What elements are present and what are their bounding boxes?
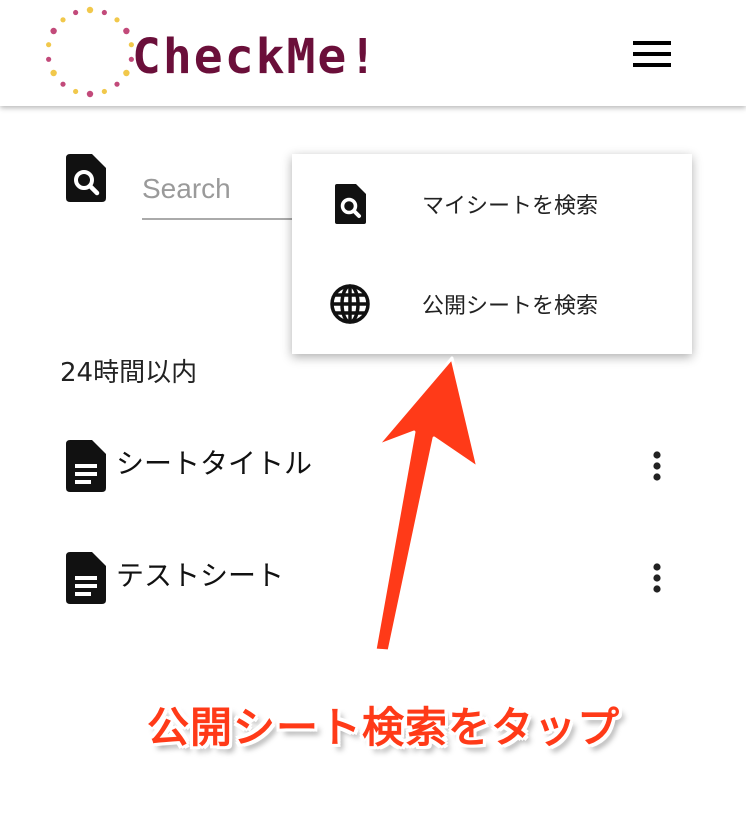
logo-dot	[73, 9, 79, 16]
search-scope-dropdown: マイシートを検索 公開シートを検索	[292, 154, 692, 354]
more-vertical-button[interactable]	[640, 446, 674, 486]
app-header: CheckMe!	[0, 0, 746, 106]
logo-dot	[46, 42, 52, 48]
search-document-icon	[328, 182, 372, 226]
menu-item-search-my-sheets[interactable]: マイシートを検索	[292, 154, 692, 254]
logo-dot	[50, 27, 57, 35]
logo-dot	[46, 56, 52, 62]
menu-item-label: マイシートを検索	[422, 194, 599, 219]
more-vertical-icon	[653, 563, 661, 593]
logo-dot	[101, 9, 107, 16]
logo-text: CheckMe!	[132, 29, 380, 85]
logo-dot	[86, 6, 94, 14]
checkme-logo[interactable]: CheckMe!	[40, 2, 430, 102]
sheet-title: テストシート	[116, 559, 285, 592]
search-button[interactable]	[66, 154, 106, 202]
logo-dot	[86, 90, 94, 98]
menu-item-search-public-sheets[interactable]: 公開シートを検索	[292, 254, 692, 354]
sheet-list-item[interactable]: テストシート	[0, 552, 746, 622]
logo-dot	[123, 27, 130, 35]
logo-dot	[114, 17, 120, 23]
section-title: 24時間以内	[60, 358, 198, 388]
logo-dot	[60, 81, 66, 87]
document-icon	[66, 440, 106, 492]
menu-item-label: 公開シートを検索	[422, 294, 599, 319]
hamburger-menu-button[interactable]	[628, 36, 676, 72]
logo-dot	[123, 69, 130, 77]
globe-icon	[328, 282, 372, 326]
hamburger-menu-icon	[633, 41, 671, 67]
sheet-list-item[interactable]: シートタイトル	[0, 440, 746, 510]
more-vertical-icon	[653, 451, 661, 481]
sheet-title: シートタイトル	[116, 447, 313, 480]
logo-dot	[114, 81, 120, 87]
annotation-caption: 公開シート検索をタップ	[147, 703, 621, 752]
logo-dot	[101, 88, 107, 95]
more-vertical-button[interactable]	[640, 558, 674, 598]
logo-dot	[73, 88, 79, 95]
document-icon	[66, 552, 106, 604]
logo-dot-ring-icon	[46, 6, 134, 98]
logo-dot	[60, 17, 66, 23]
logo-dot	[50, 69, 57, 77]
search-document-icon	[66, 154, 106, 202]
